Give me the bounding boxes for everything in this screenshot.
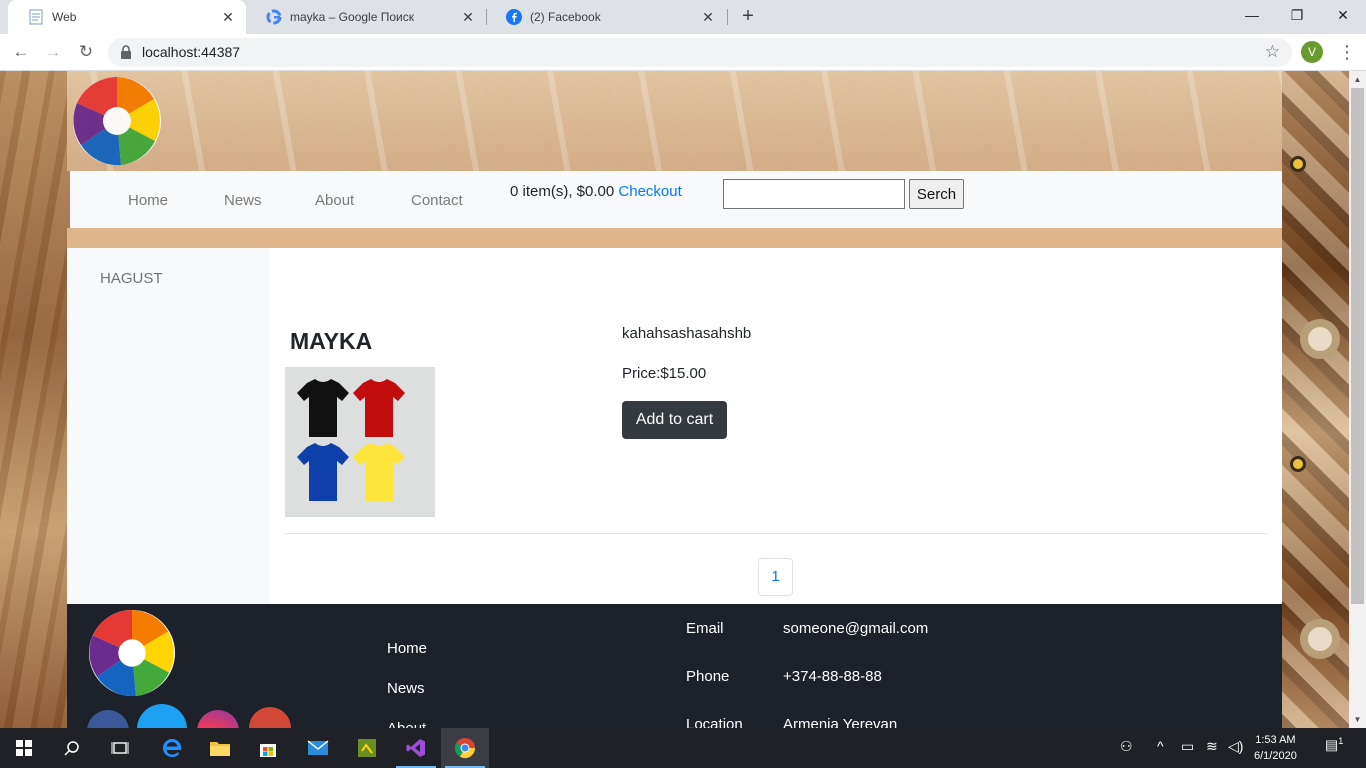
restore-icon[interactable]: ❐ xyxy=(1285,4,1309,26)
facebook-icon[interactable] xyxy=(87,710,129,728)
product-description: kahahsashasahshb xyxy=(622,325,752,342)
scroll-down-icon[interactable]: ▼ xyxy=(1349,711,1366,728)
tab-facebook[interactable]: (2) Facebook ✕ xyxy=(486,0,726,34)
google-plus-icon[interactable] xyxy=(249,707,291,728)
wifi-icon[interactable]: ≋ xyxy=(1206,738,1218,755)
phone-value: +374-88-88-88 xyxy=(783,668,882,685)
footer-logo xyxy=(88,609,176,697)
address-bar[interactable]: localhost:44387 ☆ xyxy=(108,38,1292,67)
people-icon[interactable]: ⚇ xyxy=(1120,738,1133,755)
chevron-up-icon[interactable]: ^ xyxy=(1157,738,1164,754)
tab-title: (2) Facebook xyxy=(530,10,601,24)
product-name: MAYKA xyxy=(290,328,373,354)
system-clock[interactable]: 1:53 AM 6/1/2020 xyxy=(1254,732,1297,764)
category-sidebar: HAGUST xyxy=(67,248,270,604)
twitter-icon[interactable] xyxy=(137,704,187,728)
cart-summary-text: 0 item(s), $0.00 xyxy=(510,183,615,200)
clock-time: 1:53 AM xyxy=(1255,734,1296,746)
nav-contact-link[interactable]: Contact xyxy=(411,192,463,209)
site-navbar: Home News About Contact 0 item(s), $0.00… xyxy=(70,171,1282,228)
notifications-icon[interactable]: ▤1 xyxy=(1325,736,1343,754)
footer-news-link[interactable]: News xyxy=(387,680,425,697)
close-icon[interactable]: ✕ xyxy=(700,9,716,25)
page-viewport: Home News About Contact 0 item(s), $0.00… xyxy=(0,71,1349,728)
search-button[interactable]: Serch xyxy=(909,179,964,209)
background-wood-decoration xyxy=(1282,71,1349,728)
volume-icon[interactable]: ◁) xyxy=(1228,738,1243,755)
browser-toolbar: ← → ↻ localhost:44387 ☆ V ⋮ xyxy=(0,34,1366,71)
cart-summary: 0 item(s), $0.00 Checkout xyxy=(510,183,682,200)
location-value: Armenia Yerevan xyxy=(783,716,898,728)
nav-about-link[interactable]: About xyxy=(315,192,354,209)
search-input[interactable] xyxy=(723,179,905,209)
divider xyxy=(285,533,1267,534)
close-icon[interactable]: ✕ xyxy=(220,9,236,25)
forward-icon[interactable]: → xyxy=(43,42,63,62)
location-label: Location xyxy=(686,716,743,728)
scroll-thumb[interactable] xyxy=(1351,88,1364,604)
battery-icon[interactable]: ▭ xyxy=(1181,738,1194,755)
close-icon[interactable]: ✕ xyxy=(460,9,476,25)
window-close-icon[interactable]: ✕ xyxy=(1331,4,1355,26)
search-icon[interactable] xyxy=(48,728,96,768)
product-price: Price:$15.00 xyxy=(622,365,707,382)
main-content: HAGUST MAYKA kahahsashasahshb Price:$15.… xyxy=(67,248,1282,604)
chrome-icon[interactable] xyxy=(441,728,489,768)
new-tab-button[interactable]: + xyxy=(738,6,758,26)
site-footer: Home News About Email someone@gmail.com … xyxy=(67,604,1282,728)
tab-separator xyxy=(727,9,728,25)
tab-web[interactable]: Web ✕ xyxy=(8,0,246,34)
phone-label: Phone xyxy=(686,668,730,685)
scroll-up-icon[interactable]: ▲ xyxy=(1349,71,1366,88)
category-link[interactable]: HAGUST xyxy=(100,270,163,287)
notification-count: 1 xyxy=(1338,736,1344,746)
google-icon xyxy=(266,9,282,25)
facebook-icon xyxy=(506,9,522,25)
profile-avatar[interactable]: V xyxy=(1301,41,1323,63)
store-icon[interactable] xyxy=(244,728,292,768)
back-icon[interactable]: ← xyxy=(11,42,31,62)
reload-icon[interactable]: ↻ xyxy=(76,42,96,62)
app-icon[interactable] xyxy=(343,728,391,768)
lock-icon xyxy=(120,45,132,59)
checkout-link[interactable]: Checkout xyxy=(618,183,681,200)
email-label: Email xyxy=(686,620,724,637)
header-strip xyxy=(67,228,1282,248)
url-text: localhost:44387 xyxy=(142,44,241,60)
tab-title: Web xyxy=(52,10,77,24)
task-view-icon[interactable] xyxy=(96,728,144,768)
tab-title: mayka – Google Поиск xyxy=(290,10,414,24)
pagination-page-1[interactable]: 1 xyxy=(758,558,793,596)
file-explorer-icon[interactable] xyxy=(196,728,244,768)
mail-icon[interactable] xyxy=(294,728,342,768)
footer-about-link[interactable]: About xyxy=(387,720,426,728)
visual-studio-icon[interactable] xyxy=(392,728,440,768)
windows-taskbar: ⚇ ^ ▭ ≋ ◁) 1:53 AM 6/1/2020 ▤1 xyxy=(0,728,1366,768)
bookmark-star-icon[interactable]: ☆ xyxy=(1265,42,1280,62)
product-image[interactable] xyxy=(285,367,435,517)
email-value: someone@gmail.com xyxy=(783,620,929,637)
page-scrollbar[interactable]: ▲ ▼ xyxy=(1349,71,1366,728)
footer-home-link[interactable]: Home xyxy=(387,640,427,657)
instagram-icon[interactable] xyxy=(197,710,239,728)
site-logo[interactable] xyxy=(71,75,163,167)
site-header-banner xyxy=(67,71,1282,171)
nav-home-link[interactable]: Home xyxy=(128,192,168,209)
tab-strip: Web ✕ mayka – Google Поиск ✕ (2) Faceboo… xyxy=(0,0,1366,34)
clock-date: 6/1/2020 xyxy=(1254,750,1297,762)
nav-news-link[interactable]: News xyxy=(224,192,262,209)
minimize-icon[interactable]: — xyxy=(1240,4,1264,26)
add-to-cart-button[interactable]: Add to cart xyxy=(622,401,727,439)
edge-icon[interactable] xyxy=(148,728,196,768)
browser-menu-icon[interactable]: ⋮ xyxy=(1338,40,1356,64)
tab-google[interactable]: mayka – Google Поиск ✕ xyxy=(246,0,486,34)
page-icon xyxy=(28,9,44,25)
windows-start-icon[interactable] xyxy=(0,728,48,768)
